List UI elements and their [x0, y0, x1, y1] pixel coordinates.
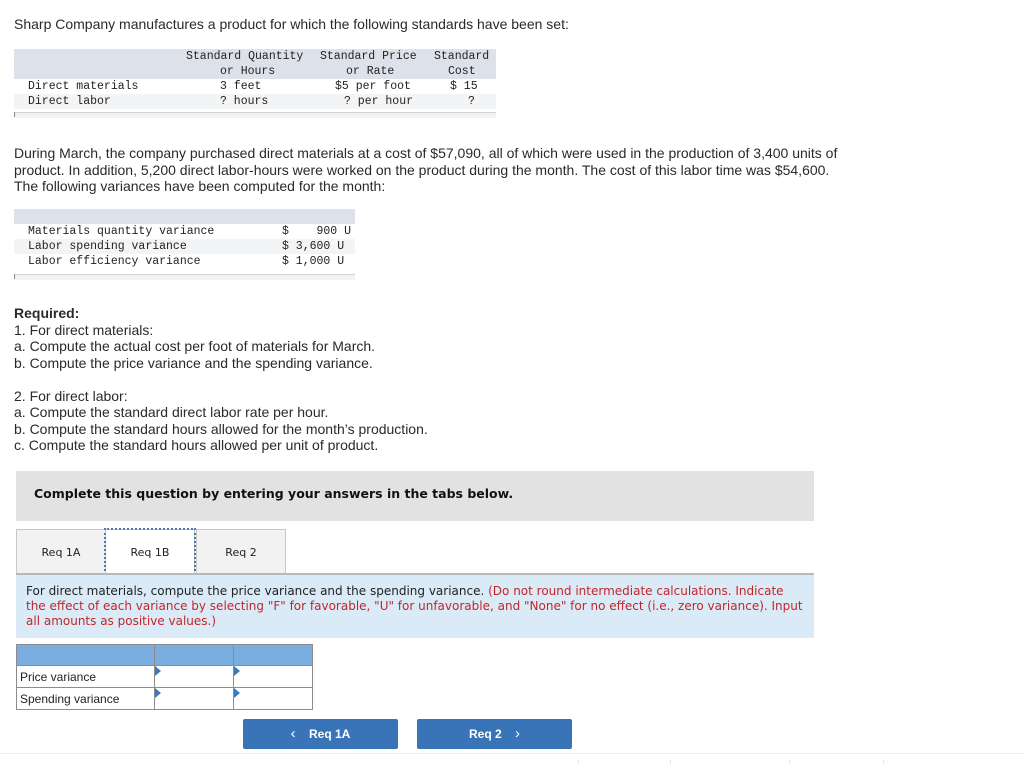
required-line: b. Compute the price variance and the sp…: [14, 354, 373, 371]
prev-req-1a-button[interactable]: ‹ Req 1A: [243, 719, 398, 749]
chevron-left-icon: ‹: [290, 725, 296, 742]
footer-tick: [670, 760, 671, 764]
row-price: ? per hour: [344, 95, 414, 108]
required-section: Required: 1. For direct materials: a. Co…: [14, 305, 534, 454]
variance-table-header: [14, 209, 355, 224]
scenario-paragraph: During March, the company purchased dire…: [14, 145, 894, 195]
instructions-main: For direct materials, compute the price …: [26, 584, 485, 598]
standards-row-labor: Direct labor ? hours ? per hour ?: [14, 94, 496, 109]
spending-variance-amount-input[interactable]: [155, 688, 233, 709]
variance-row: Labor efficiency variance $ 1,000 U: [14, 254, 355, 269]
next-req-2-button[interactable]: Req 2 ›: [417, 719, 572, 749]
required-line: [14, 371, 534, 388]
variance-label: Labor efficiency variance: [28, 255, 201, 268]
row-label: Direct labor: [28, 95, 111, 108]
answer-table: Price variance Spending variance: [16, 644, 313, 710]
variance-value: $ 900 U: [282, 225, 352, 238]
row-cost: ?: [468, 95, 475, 108]
variance-table: Materials quantity variance $ 900 U Labo…: [14, 209, 355, 280]
variance-row: Materials quantity variance $ 900 U: [14, 224, 355, 239]
header-cost-line1: Standard: [434, 50, 490, 63]
header-cell: [154, 644, 234, 666]
answer-table-header: [16, 644, 313, 666]
banner-text: Complete this question by entering your …: [34, 486, 514, 501]
row-label: Direct materials: [28, 80, 139, 93]
next-button-label: Req 2: [468, 727, 502, 741]
header-qty-line2: or Hours: [220, 65, 276, 78]
answer-row-spending-variance: Spending variance: [16, 687, 313, 710]
scenario-line: product. In addition, 5,200 direct labor…: [14, 161, 830, 178]
table-footer: [14, 112, 496, 118]
header-cell: [233, 644, 313, 666]
row-cost: $ 15: [450, 80, 478, 93]
dropdown-indicator-icon: [234, 666, 240, 676]
input-indicator-icon: [155, 666, 161, 676]
variance-label: Labor spending variance: [28, 240, 187, 253]
row-label: Price variance: [16, 665, 155, 688]
prev-button-label: Req 1A: [309, 727, 351, 741]
required-line: a. Compute the standard direct labor rat…: [14, 404, 329, 420]
footer-divider: [0, 753, 1024, 754]
tab-instructions: For direct materials, compute the price …: [16, 575, 814, 638]
header-price-line2: or Rate: [346, 65, 395, 78]
row-label: Spending variance: [16, 687, 155, 710]
spending-variance-effect-cell[interactable]: [233, 687, 313, 710]
answer-row-price-variance: Price variance: [16, 665, 313, 688]
required-line: b. Compute the standard hours allowed fo…: [14, 420, 428, 437]
header-cell: [16, 644, 155, 666]
header-price-line1: Standard Price: [320, 50, 417, 63]
price-variance-amount-cell[interactable]: [154, 665, 234, 688]
required-line: a. Compute the actual cost per foot of m…: [14, 338, 376, 354]
header-qty-line1: Standard Quantity: [186, 50, 304, 63]
table-footer: [14, 274, 355, 280]
standards-table: Standard Quantity or Hours Standard Pric…: [14, 49, 496, 118]
input-indicator-icon: [155, 688, 161, 698]
scenario-line: During March, the company purchased dire…: [14, 145, 838, 161]
row-price: $5 per foot: [335, 80, 411, 93]
row-qty: 3 feet: [220, 80, 262, 93]
tab-req-1b[interactable]: Req 1B: [104, 528, 196, 575]
price-variance-amount-input[interactable]: [155, 666, 233, 687]
footer-tick: [578, 760, 579, 764]
footer-tick: [789, 760, 790, 764]
variance-label: Materials quantity variance: [28, 225, 215, 238]
price-variance-effect-select[interactable]: [234, 666, 312, 687]
spending-variance-amount-cell[interactable]: [154, 687, 234, 710]
required-line: c. Compute the standard hours allowed pe…: [14, 437, 379, 453]
standards-table-header: Standard Quantity or Hours Standard Pric…: [14, 49, 496, 79]
chevron-right-icon: ›: [515, 725, 521, 742]
spending-variance-effect-select[interactable]: [234, 688, 312, 709]
scenario-line: The following variances have been comput…: [14, 178, 386, 194]
variance-row: Labor spending variance $ 3,600 U: [14, 239, 355, 254]
price-variance-effect-cell[interactable]: [233, 665, 313, 688]
variance-value: $ 3,600 U: [282, 240, 345, 253]
tab-req-1a[interactable]: Req 1A: [16, 529, 106, 574]
row-qty: ? hours: [220, 95, 269, 108]
dropdown-indicator-icon: [234, 688, 240, 698]
header-cost-line2: Cost: [448, 65, 476, 78]
tab-req-2[interactable]: Req 2: [196, 529, 286, 574]
intro-text: Sharp Company manufactures a product for…: [14, 16, 569, 32]
required-line: 1. For direct materials:: [14, 321, 154, 338]
standards-row-materials: Direct materials 3 feet $5 per foot $ 15: [14, 79, 496, 94]
instructions-banner: Complete this question by entering your …: [16, 471, 814, 521]
required-heading: Required:: [14, 305, 80, 321]
variance-value: $ 1,000 U: [282, 255, 345, 268]
required-line: 2. For direct labor:: [14, 387, 128, 404]
footer-tick: [883, 760, 884, 764]
